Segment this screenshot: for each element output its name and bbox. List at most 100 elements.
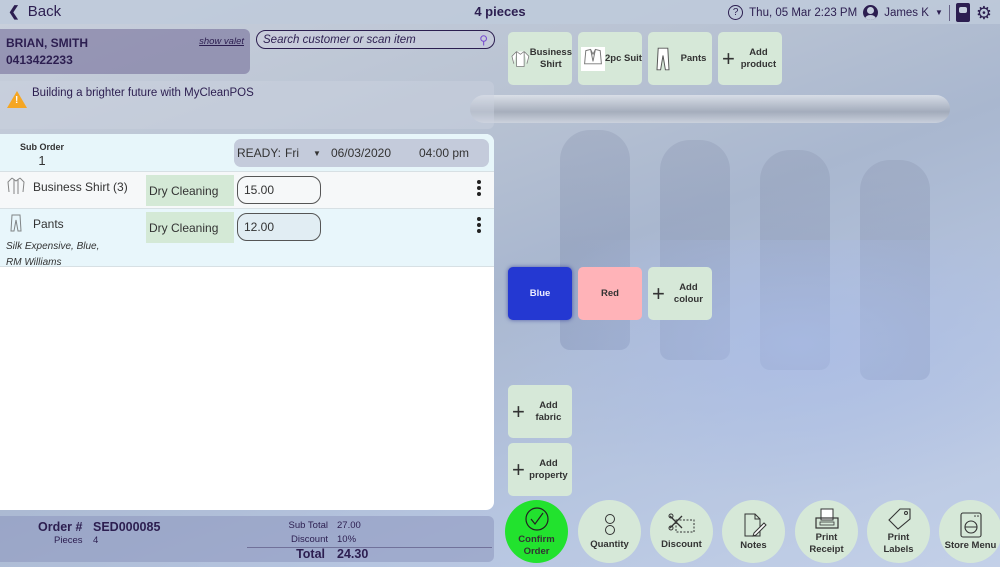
add-product-button[interactable]: + Add product (718, 32, 782, 85)
add-colour-label: Add (679, 281, 698, 293)
pants-icon (10, 214, 22, 232)
discount-label: Discount (291, 534, 328, 545)
subtotal-label: Sub Total (288, 520, 328, 531)
user-name[interactable]: James K (884, 7, 929, 19)
announcement-text: Building a brighter future with MyCleanP… (32, 87, 254, 99)
ready-date-selector[interactable]: READY: Fri ▼ 06/03/2020 04:00 pm (234, 139, 489, 167)
background-rack (470, 95, 950, 123)
pieces-value: 4 (93, 535, 99, 546)
customer-card[interactable]: BRIAN, SMITH 0413422233 show valet (0, 29, 250, 74)
line-item[interactable]: Business Shirt (3) Dry Cleaning (0, 172, 494, 209)
colour-red[interactable]: Red (578, 267, 642, 320)
price-input[interactable] (237, 176, 321, 204)
notes-button[interactable]: Notes (722, 500, 785, 563)
sub-order-label: Sub Order (20, 142, 65, 152)
shirt-icon (511, 50, 530, 67)
sub-order: Sub Order 1 (20, 142, 64, 168)
add-fabric-button[interactable]: + Add fabric (508, 385, 572, 438)
chevron-left-icon: ❮ (8, 3, 20, 19)
order-number: SED000085 (93, 520, 161, 534)
receipt-printer-icon (814, 508, 839, 529)
check-circle-icon (524, 506, 549, 531)
product-2pc-suit[interactable]: 2pc Suit (578, 32, 642, 85)
user-icon[interactable] (863, 5, 879, 20)
show-valet-link[interactable]: show valet (199, 36, 244, 47)
action-label: Store Menu (944, 539, 997, 551)
product-business-shirt[interactable]: Business Shirt (508, 32, 572, 85)
action-label: Order (523, 545, 550, 557)
chevron-down-icon[interactable]: ▼ (935, 8, 943, 17)
more-options-icon[interactable] (474, 217, 484, 233)
subtotal-value: 27.00 (337, 520, 361, 531)
add-product-label: Add (749, 46, 768, 58)
tag-icon (887, 507, 911, 530)
add-product-label: product (740, 58, 777, 70)
kiosk-icon[interactable] (955, 3, 970, 22)
search-input[interactable] (263, 33, 480, 46)
back-label: Back (27, 3, 62, 20)
header-right: ? Thu, 05 Mar 2:23 PM James K ▼ ⚙ (728, 3, 992, 22)
add-property-button[interactable]: + Add property (508, 443, 572, 496)
pieces-label: Pieces (54, 535, 83, 546)
quantity-icon (604, 513, 615, 535)
ready-day[interactable]: Fri (285, 146, 299, 160)
ready-date[interactable]: 06/03/2020 (331, 146, 391, 160)
search-box[interactable]: ⚲ (256, 30, 495, 49)
service-selector[interactable]: Dry Cleaning (146, 175, 234, 206)
add-fabric-label: fabric (535, 411, 562, 423)
action-label: Print (815, 531, 838, 543)
print-receipt-button[interactable]: Print Receipt (795, 500, 858, 563)
sub-order-number: 1 (38, 153, 46, 168)
total-value: 24.30 (337, 547, 369, 561)
suit-icon (581, 46, 605, 71)
ready-time[interactable]: 04:00 pm (419, 146, 469, 160)
divider (948, 4, 950, 21)
product-pants[interactable]: Pants (648, 32, 712, 85)
add-colour-button[interactable]: + Add colour (648, 267, 712, 320)
help-icon[interactable]: ? (728, 5, 744, 20)
add-colour-label: colour (673, 293, 703, 305)
product-label: 2pc Suit (605, 52, 642, 64)
confirm-order-button[interactable]: Confirm Order (505, 500, 568, 563)
action-label: Discount (661, 538, 702, 550)
action-label: Labels (883, 543, 914, 555)
more-options-icon[interactable] (474, 180, 484, 196)
colour-label: Red (601, 288, 619, 299)
gear-icon[interactable]: ⚙ (976, 4, 992, 22)
discount-button[interactable]: Discount (650, 500, 713, 563)
price-input[interactable] (237, 213, 321, 241)
print-labels-button[interactable]: Print Labels (867, 500, 930, 563)
store-menu-button[interactable]: Store Menu (939, 500, 1000, 563)
search-icon[interactable]: ⚲ (479, 33, 488, 47)
chevron-down-icon[interactable]: ▼ (313, 149, 321, 158)
quantity-button[interactable]: Quantity (578, 500, 641, 563)
product-label: Pants (680, 52, 707, 64)
action-label: Quantity (590, 538, 629, 550)
top-bar: ❮ Back 4 pieces ? Thu, 05 Mar 2:23 PM Ja… (0, 0, 1000, 24)
add-property-label: property (529, 469, 568, 481)
product-label: Business (529, 46, 572, 58)
discount-value: 10% (337, 534, 357, 545)
datetime: Thu, 05 Mar 2:23 PM (749, 6, 858, 19)
item-description: Silk Expensive, Blue, RM Williams (6, 239, 99, 271)
colour-label: Blue (529, 288, 551, 299)
order-panel: Sub Order 1 READY: Fri ▼ 06/03/2020 04:0… (0, 134, 494, 510)
item-name: Pants (33, 217, 64, 231)
shirt-icon (7, 177, 25, 194)
warning-icon: ! (7, 91, 27, 108)
plus-icon: + (512, 398, 525, 424)
announcement-banner: ! Building a brighter future with MyClea… (0, 81, 494, 129)
add-property-label: Add (539, 457, 558, 469)
action-label: Receipt (809, 543, 844, 555)
total-label: Total (296, 547, 325, 561)
plus-icon: + (722, 45, 735, 71)
line-item[interactable]: Pants Silk Expensive, Blue, RM Williams … (0, 209, 494, 268)
colour-blue[interactable]: Blue (508, 267, 572, 320)
back-button[interactable]: ❮ Back (8, 3, 61, 20)
service-selector[interactable]: Dry Cleaning (146, 212, 234, 243)
add-fabric-label: Add (539, 399, 558, 411)
item-name: Business Shirt (3) (33, 180, 128, 194)
plus-icon: + (512, 456, 525, 482)
notes-icon (744, 513, 767, 537)
action-label: Print (887, 531, 910, 543)
